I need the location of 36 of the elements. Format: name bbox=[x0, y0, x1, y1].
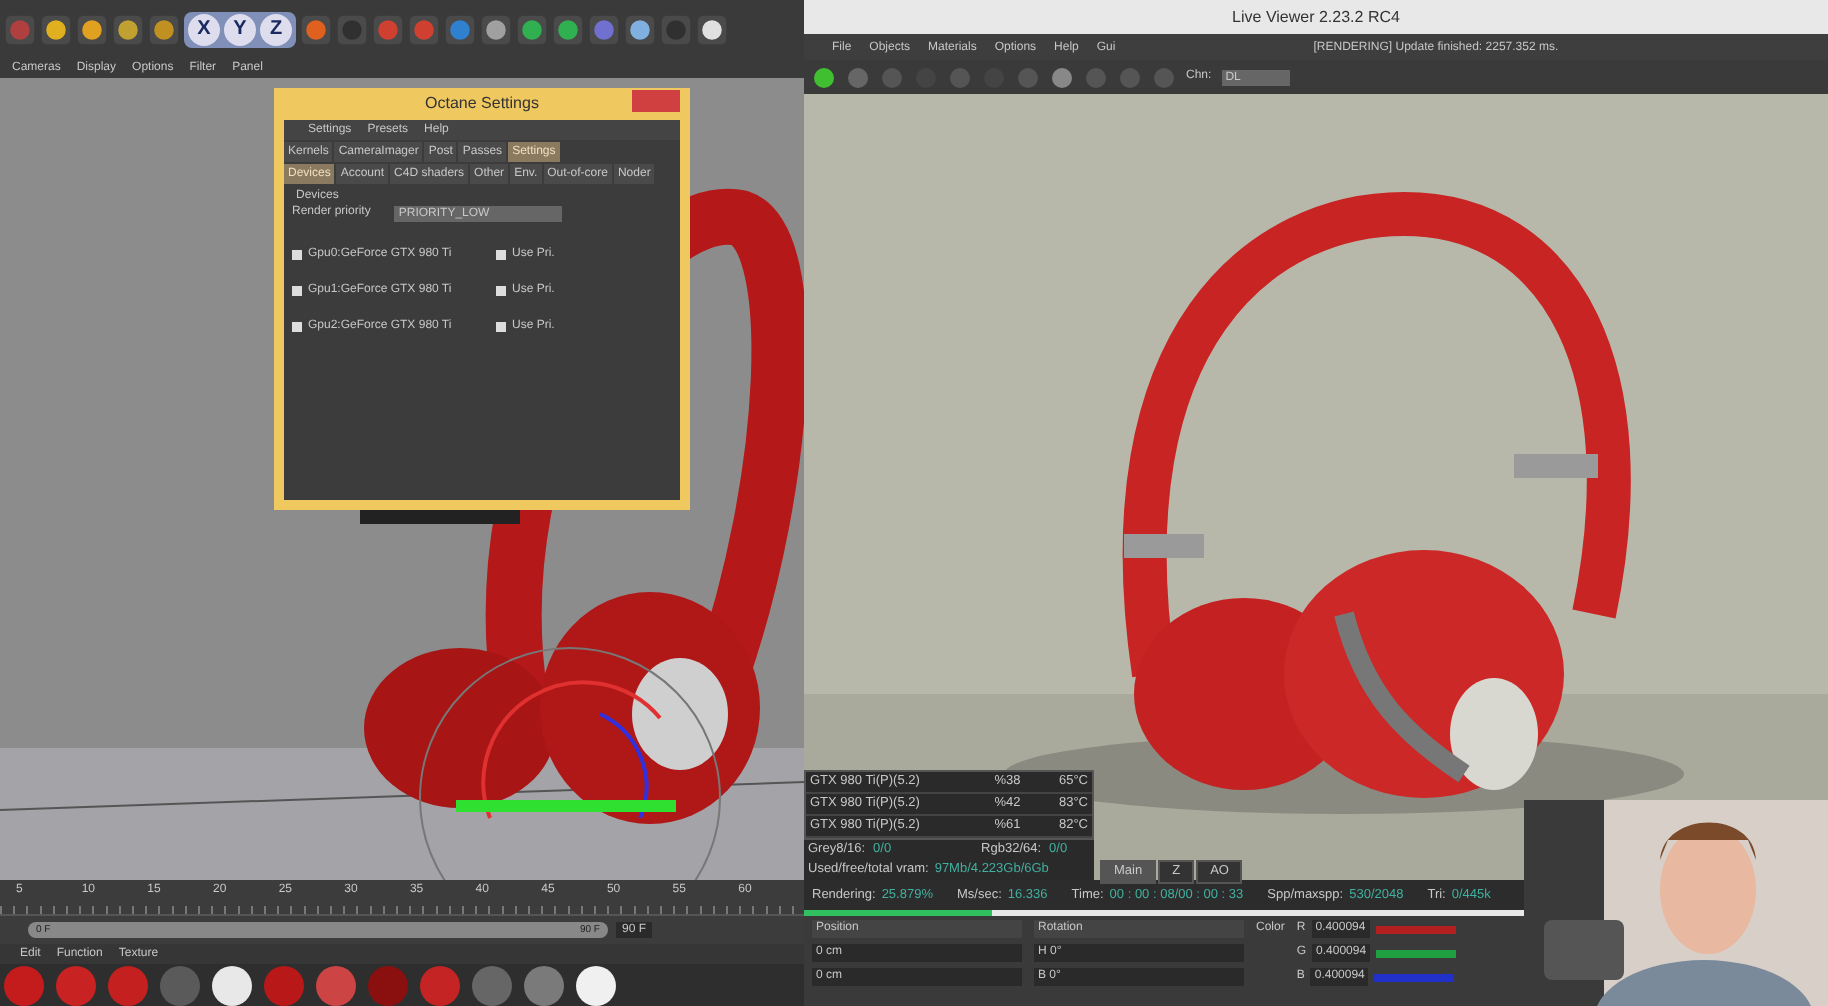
material-swatch[interactable] bbox=[472, 965, 512, 1005]
material-swatch[interactable] bbox=[368, 965, 408, 1005]
tool-icon[interactable] bbox=[516, 13, 548, 45]
tool-icon[interactable] bbox=[148, 13, 180, 45]
window-title: Live Viewer 2.23.2 RC4 bbox=[1232, 5, 1400, 29]
gpu-checkbox[interactable] bbox=[292, 322, 302, 332]
axis-toggle[interactable]: Y bbox=[224, 13, 256, 45]
material-swatch[interactable] bbox=[264, 965, 304, 1005]
tool-icon[interactable] bbox=[112, 13, 144, 45]
axis-toggle[interactable]: X bbox=[188, 13, 220, 45]
material-swatch[interactable] bbox=[108, 965, 148, 1005]
color-slider[interactable] bbox=[1376, 949, 1457, 957]
tool-icon[interactable] bbox=[480, 13, 512, 45]
material-swatch[interactable] bbox=[160, 965, 200, 1005]
color-slider[interactable] bbox=[1375, 925, 1456, 933]
color-slider[interactable] bbox=[1374, 973, 1455, 981]
tool-icon[interactable] bbox=[624, 13, 656, 45]
tool-icon[interactable] bbox=[552, 13, 584, 45]
material-swatch[interactable] bbox=[524, 965, 564, 1005]
priority-checkbox[interactable] bbox=[496, 286, 506, 296]
material-swatch[interactable] bbox=[420, 965, 460, 1005]
material-swatch[interactable] bbox=[576, 965, 616, 1005]
material-swatch[interactable] bbox=[4, 965, 44, 1005]
priority-checkbox[interactable] bbox=[496, 250, 506, 260]
axis-toggle[interactable]: Z bbox=[260, 13, 292, 45]
gpu-checkbox[interactable] bbox=[292, 250, 302, 260]
gpu-checkbox[interactable] bbox=[292, 286, 302, 296]
tool-icon[interactable] bbox=[696, 13, 728, 45]
tool-icon[interactable] bbox=[76, 13, 108, 45]
window-title: Octane Settings bbox=[425, 92, 539, 116]
material-swatch[interactable] bbox=[316, 965, 356, 1005]
material-swatch[interactable] bbox=[212, 965, 252, 1005]
tool-icon[interactable] bbox=[812, 65, 836, 89]
priority-checkbox[interactable] bbox=[496, 322, 506, 332]
tool-icon[interactable] bbox=[40, 13, 72, 45]
material-swatch[interactable] bbox=[56, 965, 96, 1005]
